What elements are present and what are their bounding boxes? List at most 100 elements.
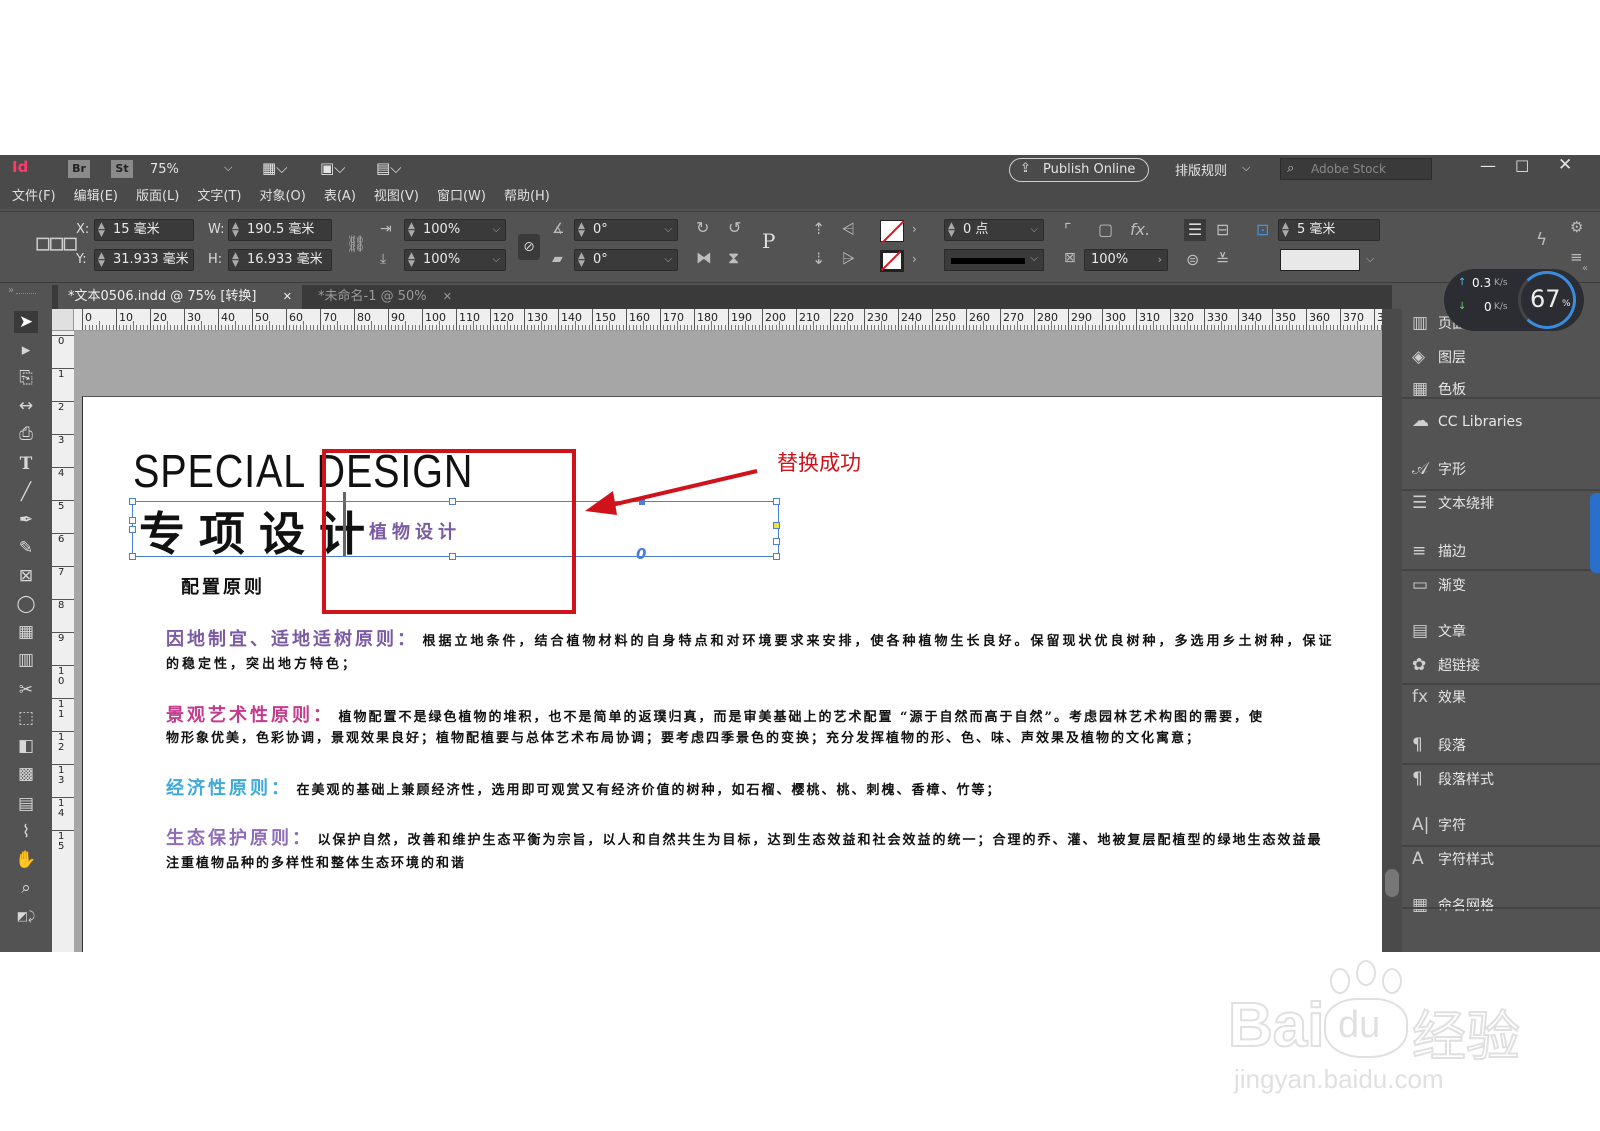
panel-character-style[interactable]: A 字符样式 (1412, 845, 1494, 873)
out-port-handle[interactable] (773, 522, 780, 529)
collapse-toolbar-icon[interactable]: » (8, 285, 14, 296)
ruler-origin[interactable] (52, 309, 74, 331)
panel-effects[interactable]: fx 效果 (1412, 683, 1466, 711)
scrollbar-thumb[interactable] (1385, 869, 1399, 897)
stroke-weight-field[interactable]: ▲ ▼ 0 点 ⌵ (944, 219, 1044, 241)
select-container-icon[interactable]: ⇡ (812, 219, 825, 238)
panel-layers[interactable]: ◈ 图层 (1412, 343, 1466, 371)
workspace-switcher[interactable]: 排版规则 (1175, 160, 1227, 179)
rectangle-frame-tool-icon[interactable]: ⊠ (14, 565, 38, 587)
panel-cc-libraries[interactable]: ☁ CC Libraries (1412, 407, 1522, 435)
publish-online-button[interactable]: ⇪ Publish Online (1009, 158, 1149, 182)
free-transform-tool-icon[interactable]: ⬚ (14, 707, 38, 729)
panel-paragraph[interactable]: ¶ 段落 (1412, 731, 1466, 759)
style-chevron-icon[interactable]: ⌵ (1366, 252, 1374, 266)
close-button[interactable]: ✕ (1558, 155, 1572, 175)
panel-gradient[interactable]: ▭ 渐变 (1412, 571, 1466, 599)
resize-handle[interactable] (129, 498, 136, 505)
selection-tool-icon[interactable]: ➤ (14, 311, 38, 333)
maximize-button[interactable]: □ (1515, 156, 1529, 174)
in-port-handle[interactable] (129, 526, 136, 533)
bridge-button[interactable]: Br (68, 160, 90, 178)
rotate-cw-icon[interactable]: ↻ (696, 218, 709, 237)
page-tool-icon[interactable]: ⎘ (14, 367, 38, 389)
hand-tool-icon[interactable]: ✋ (14, 849, 38, 871)
select-content-icon[interactable]: ⇣ (812, 249, 825, 268)
menu-item[interactable]: 文字(T) (197, 185, 241, 209)
zoom-level[interactable]: 75% (150, 162, 179, 177)
gradient-feather-tool-icon[interactable]: ▩ (14, 763, 38, 785)
stock-search-input[interactable]: ⌕ Adobe Stock (1280, 158, 1432, 180)
quick-apply-icon[interactable]: ϟ (1536, 230, 1547, 250)
jump-object-icon[interactable]: ≚ (1216, 250, 1229, 269)
paragraph-1[interactable]: 因地制宜、适地适树原则： 根据立地条件，结合植物材料的自身特点和对环境要求来安排… (166, 625, 1426, 672)
menu-item[interactable]: 编辑(E) (74, 185, 118, 209)
screen-mode-icon[interactable]: ▣⌵ (320, 159, 346, 177)
corner-options-icon[interactable]: ⌜ (1064, 220, 1072, 239)
wrap-around-bounding-icon[interactable]: ⊟ (1216, 220, 1229, 239)
panel-text-wrap[interactable]: ☰ 文本绕排 (1412, 489, 1494, 517)
resize-handle[interactable] (773, 553, 780, 560)
text-wrap-icon[interactable]: ☰ (1184, 219, 1206, 241)
link-scale-icon[interactable]: ⊘ (518, 234, 540, 260)
select-next-icon[interactable]: ⩥ (842, 249, 855, 269)
gap-field[interactable]: ▲ ▼ 5 毫米 (1278, 219, 1380, 241)
ellipse-tool-icon[interactable]: ◯ (14, 593, 38, 615)
panel-character[interactable]: A| 字符 (1412, 811, 1466, 839)
resize-handle[interactable] (129, 553, 136, 560)
scissors-tool-icon[interactable]: ✂ (14, 679, 38, 701)
resize-handle[interactable] (773, 538, 780, 545)
gap-tool-icon[interactable]: ↔ (14, 395, 38, 417)
vertical-scrollbar[interactable] (1382, 309, 1402, 952)
style-select[interactable] (1280, 249, 1360, 271)
network-monitor-widget[interactable]: ↑ 0.3 K/s ↓ 0 K/s 67 % (1444, 269, 1584, 331)
width-field[interactable]: ▲ ▼ 190.5 毫米 (228, 219, 332, 241)
gradient-swatch-tool-icon[interactable]: ◧ (14, 735, 38, 757)
drop-shadow-icon[interactable]: ▢ (1098, 220, 1113, 239)
panel-hyperlink[interactable]: ✿ 超链接 (1412, 651, 1480, 679)
opacity-field[interactable]: 100% › (1084, 249, 1168, 271)
flip-vertical-icon[interactable]: ⧗ (728, 248, 739, 268)
settings-gear-icon[interactable]: ⚙ (1570, 218, 1583, 236)
fill-swatch[interactable] (880, 220, 905, 244)
workspace-chevron-icon[interactable]: ⌵ (1242, 161, 1250, 175)
panel-paragraph-style[interactable]: ¶ 段落样式 (1412, 765, 1494, 793)
side-dock-tab[interactable] (1590, 493, 1600, 573)
scale-x-field[interactable]: ▲ ▼ 100% ⌵ (404, 219, 506, 241)
minimize-button[interactable]: — (1480, 156, 1496, 175)
panel-story[interactable]: ▤ 文章 (1412, 617, 1466, 645)
panel-glyphs[interactable]: 𝒜 字形 (1412, 455, 1466, 483)
fill-stroke-swap-icon[interactable]: ◩⤸ (14, 905, 38, 927)
tab-untitled-document[interactable]: *未命名-1 @ 50% ✕ (308, 285, 458, 309)
stroke-type-select[interactable]: ⌵ (944, 249, 1044, 271)
rotate-ccw-icon[interactable]: ↺ (728, 218, 741, 237)
menu-item[interactable]: 对象(O) (259, 185, 305, 209)
y-field[interactable]: ▲ ▼ 31.933 毫米 (94, 249, 194, 271)
zoom-tool-icon[interactable]: ⌕ (14, 877, 38, 899)
menu-item[interactable]: 窗口(W) (437, 185, 486, 209)
select-previous-icon[interactable]: ⩤ (842, 219, 855, 239)
pencil-tool-icon[interactable]: ✎ (14, 537, 38, 559)
table-tool-icon[interactable]: ▦ (14, 621, 38, 643)
stroke-chevron-icon[interactable]: › (912, 252, 917, 266)
wrap-object-shape-icon[interactable]: ⊜ (1186, 250, 1199, 269)
horizontal-ruler[interactable]: 0 10 20 30 40 50 60 70 80 90 100 110 120 130 140 150 160… (74, 309, 1382, 331)
section-title[interactable]: 配置原则 (181, 573, 265, 599)
stroke-swatch[interactable] (880, 250, 904, 272)
height-field[interactable]: ▲ ▼ 16.933 毫米 (228, 249, 332, 271)
panel-menu-icon[interactable]: ≡ (1570, 248, 1583, 266)
pen-tool-icon[interactable]: ✒ (14, 509, 38, 531)
menu-item[interactable]: 表(A) (324, 185, 356, 209)
reference-p-icon[interactable]: P (762, 229, 775, 253)
line-tool-icon[interactable]: ╱ (14, 481, 38, 503)
reference-point-icon[interactable]: ▫▫▫ (34, 228, 79, 258)
collapse-dock-icon[interactable]: « (1582, 263, 1588, 274)
constrain-proportions-icon[interactable]: ⛓ (346, 234, 366, 253)
type-tool-icon[interactable]: T (14, 453, 38, 475)
menu-item[interactable]: 帮助(H) (504, 185, 550, 209)
note-tool-icon[interactable]: ▤ (14, 793, 38, 815)
shear-field[interactable]: ▲ ▼ 0° ⌵ (574, 249, 678, 271)
zoom-chevron-icon[interactable]: ⌵ (224, 161, 232, 175)
menu-item[interactable]: 文件(F) (12, 185, 56, 209)
panel-grid[interactable]: ▦ 命名网格 (1412, 891, 1494, 919)
